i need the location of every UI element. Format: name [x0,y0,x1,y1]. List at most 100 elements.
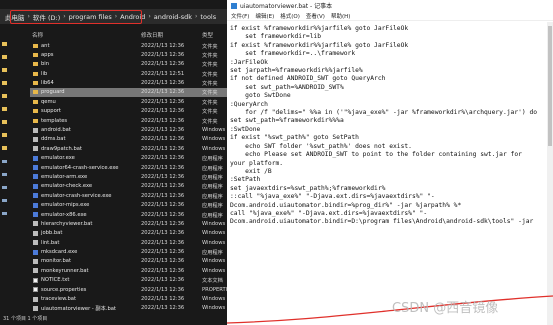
nav-item[interactable] [2,183,28,191]
file-row[interactable]: draw9patch.bat 2022/1/13 12:36 Windows [30,144,227,153]
menu-item[interactable]: 查看(V) [306,12,325,20]
file-row[interactable]: uiautomatorviewer - 副本.bat 2022/1/13 12:3… [30,304,227,313]
menu-item[interactable]: 文件(F) [231,12,249,20]
nav-item[interactable] [2,105,28,113]
file-row[interactable]: hierarchyviewer.bat 2022/1/13 12:36 Window… [30,219,227,228]
file-row[interactable]: emulator-crash-service.exe 2022/1/13 12:3… [30,191,227,200]
navigation-pane [0,36,30,325]
nav-item[interactable] [2,157,28,165]
menu-bar: 文件(F) 编辑(E) 格式(O) 查看(V) 帮助(H) [227,11,553,21]
batch-file-icon [33,146,38,152]
chevron-right-icon[interactable]: › [192,13,200,20]
file-row[interactable]: android.bat 2022/1/13 12:36 Windows [30,126,227,135]
menu-item[interactable]: 格式(O) [280,12,300,20]
nav-item[interactable] [2,40,28,48]
column-type[interactable]: 类型 [202,31,213,39]
file-date: 2022/1/13 12:36 [141,145,185,152]
file-row[interactable]: lib 2022/1/13 12:51 文件夹 [30,69,227,78]
folder-icon [2,146,7,150]
file-name: emulator-mips.exe [41,202,90,209]
file-type: Windows [202,127,226,134]
nav-item[interactable] [2,92,28,100]
folder-icon [2,68,7,72]
nav-item[interactable] [2,196,28,204]
nav-item[interactable] [2,209,28,217]
drive-icon [2,198,7,202]
file-name: monkeyrunner.bat [41,267,89,274]
file-date: 2022/1/13 12:36 [141,98,185,105]
folder-icon [2,107,7,111]
file-row[interactable]: jobb.bat 2022/1/13 12:36 Windows [30,229,227,238]
file-row[interactable]: lib64 2022/1/13 12:36 文件夹 [30,79,227,88]
file-row[interactable]: NOTICE.txt 2022/1/13 12:36 文本文档 [30,276,227,285]
file-name: android.bat [41,127,71,134]
file-row[interactable]: mksdcard.exe 2022/1/13 12:36 应用程序 [30,248,227,257]
file-date: 2022/1/13 12:36 [141,286,185,293]
menu-item[interactable]: 编辑(E) [255,12,274,20]
file-row[interactable]: monitor.bat 2022/1/13 12:36 Windows [30,257,227,266]
nav-item[interactable] [2,144,28,152]
file-row[interactable]: emulator-x86.exe 2022/1/13 12:36 应用程序 [30,210,227,219]
file-row[interactable]: monkeyrunner.bat 2022/1/13 12:36 Windows [30,266,227,275]
file-name: emulator64-crash-service.exe [41,164,119,171]
file-row[interactable]: emulator-mips.exe 2022/1/13 12:36 应用程序 [30,201,227,210]
file-row[interactable]: templates 2022/1/13 12:36 文件夹 [30,116,227,125]
breadcrumb-segment[interactable]: tools [200,13,216,21]
file-date: 2022/1/13 12:36 [141,155,185,162]
chevron-right-icon[interactable]: › [145,13,153,20]
nav-item[interactable] [2,79,28,87]
nav-item[interactable] [2,53,28,61]
nav-item[interactable] [2,66,28,74]
file-row[interactable]: source.properties 2022/1/13 12:36 PROPERTI [30,285,227,294]
file-row[interactable]: emulator.exe 2022/1/13 12:36 应用程序 [30,154,227,163]
file-row[interactable]: emulator-check.exe 2022/1/13 12:36 应用程序 [30,182,227,191]
file-type: 应用程序 [202,156,223,163]
text-editor[interactable]: if exist %frameworkdir%%jarfile% goto Ja… [227,22,547,325]
folder-icon [2,42,7,46]
breadcrumb-segment[interactable]: android-sdk [154,13,192,21]
code-line: set swt_path=%ANDROID_SWT% [230,83,344,91]
code-line: set javaextdirs=%swt_path%;%frameworkdir… [230,184,386,192]
file-row[interactable]: qemu 2022/1/13 12:36 文件夹 [30,97,227,106]
menu-item[interactable]: 帮助(H) [331,12,350,20]
file-type: 文件夹 [202,71,218,78]
folder-icon [33,71,38,76]
file-name: emulator-arm.exe [41,173,88,180]
file-row[interactable]: ant 2022/1/13 12:36 文件夹 [30,41,227,50]
file-row[interactable]: apps 2022/1/13 12:36 文件夹 [30,50,227,59]
file-name: NOTICE.txt [41,277,70,284]
file-row[interactable]: support 2022/1/13 12:36 文件夹 [30,107,227,116]
file-date: 2022/1/13 12:36 [141,211,185,218]
nav-item[interactable] [2,118,28,126]
file-row[interactable]: emulator64-crash-service.exe 2022/1/13 12… [30,163,227,172]
file-date: 2022/1/13 12:36 [141,305,185,312]
file-row[interactable]: proguard 2022/1/13 12:36 文件夹 [30,87,227,98]
file-date: 2022/1/13 12:36 [141,296,185,303]
scrollbar-thumb[interactable] [548,26,552,146]
column-date[interactable]: 修改日期 [141,31,163,39]
file-name: emulator.exe [41,155,75,162]
folder-icon [33,118,38,123]
file-row[interactable]: lint.bat 2022/1/13 12:36 Windows [30,238,227,247]
file-type: 文本文档 [202,278,223,285]
file-type: Windows [202,258,226,265]
file-name: lib [41,70,48,77]
file-list: ant 2022/1/13 12:36 文件夹 apps 2022/1/13 12:36… [30,41,227,323]
folder-icon [2,94,7,98]
file-row[interactable]: traceview.bat 2022/1/13 12:36 Windows [30,295,227,304]
column-name[interactable]: 名称 [32,31,43,39]
file-type: 应用程序 [202,212,223,219]
code-line: :QueryArch [230,100,268,108]
file-row[interactable]: emulator-arm.exe 2022/1/13 12:36 应用程序 [30,172,227,181]
file-date: 2022/1/13 12:36 [141,249,185,256]
file-row[interactable]: bin 2022/1/13 12:36 文件夹 [30,60,227,69]
nav-item[interactable] [2,170,28,178]
file-name: templates [41,117,68,124]
file-explorer: 此电脑 › 软件 (D:) › program files › Android › androi… [0,0,227,325]
file-name: support [41,108,61,115]
code-line: set jarpath=%frameworkdir%%jarfile% [230,67,363,75]
nav-item[interactable] [2,131,28,139]
file-row[interactable]: ddms.bat 2022/1/13 12:36 Windows [30,135,227,144]
code-line: echo Please set ANDROID_SWT to point to … [230,151,522,159]
file-name: emulator-crash-service.exe [41,192,112,199]
